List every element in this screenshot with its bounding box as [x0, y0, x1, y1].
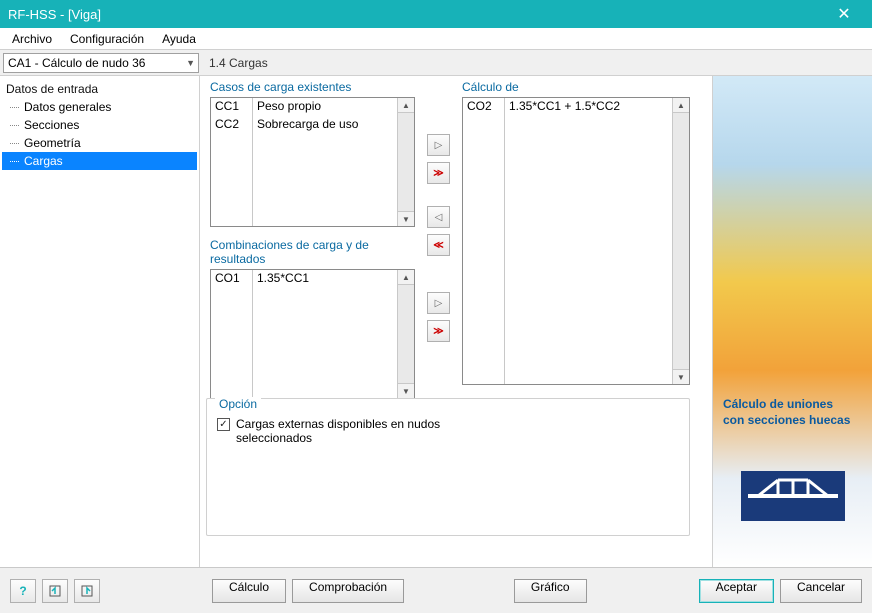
- list-row-code[interactable]: CC1: [211, 98, 252, 116]
- toolbar-row: CA1 - Cálculo de nudo 36 ▼ 1.4 Cargas: [0, 50, 872, 76]
- scroll-up-icon[interactable]: ▲: [673, 98, 689, 113]
- check-external-loads[interactable]: ✓ Cargas externas disponibles en nudos s…: [217, 417, 679, 445]
- menu-config[interactable]: Configuración: [62, 30, 152, 48]
- help-icon: ?: [19, 584, 26, 598]
- tree-item-cargas[interactable]: Cargas: [2, 152, 197, 170]
- chevron-down-icon: ▼: [186, 58, 195, 68]
- tree-item-secciones[interactable]: Secciones: [2, 116, 197, 134]
- tree-item-geometria[interactable]: Geometría: [2, 134, 197, 152]
- move-col-existing: ▷ ≫ ◁ ≪: [427, 134, 450, 256]
- list-existing[interactable]: CC1 CC2 Peso propio Sobrecarga de uso ▲ …: [210, 97, 415, 227]
- group-option-label: Opción: [215, 397, 261, 411]
- menu-help[interactable]: Ayuda: [154, 30, 204, 48]
- ok-button[interactable]: Aceptar: [699, 579, 774, 603]
- export-button[interactable]: [74, 579, 100, 603]
- product-logo: RF-HSS: [866, 216, 872, 366]
- cancel-button[interactable]: Cancelar: [780, 579, 862, 603]
- title-bar: RF-HSS - [Viga] ✕: [0, 0, 872, 28]
- product-desc: Cálculo de uniones con secciones huecas: [723, 396, 862, 428]
- move-col-combos: ▷ ≫: [427, 292, 450, 342]
- import-icon: [48, 584, 62, 598]
- list-calc[interactable]: CO2 1.35*CC1 + 1.5*CC2 ▲ ▼: [462, 97, 690, 385]
- calc-button[interactable]: Cálculo: [212, 579, 286, 603]
- scroll-up-icon[interactable]: ▲: [398, 270, 414, 285]
- move-right-button[interactable]: ▷: [427, 292, 450, 314]
- check-external-loads-label: Cargas externas disponibles en nudos sel…: [236, 417, 496, 445]
- scroll-down-icon[interactable]: ▼: [398, 383, 414, 398]
- help-button[interactable]: ?: [10, 579, 36, 603]
- list-row-code[interactable]: CC2: [211, 116, 252, 134]
- list-row-code[interactable]: CO1: [211, 270, 252, 288]
- main: Datos de entrada Datos generales Seccion…: [0, 76, 872, 567]
- move-right-all-button[interactable]: ≫: [427, 162, 450, 184]
- product-desc-line: Cálculo de uniones: [723, 397, 833, 411]
- scroll-up-icon[interactable]: ▲: [398, 98, 414, 113]
- move-right-all-button[interactable]: ≫: [427, 320, 450, 342]
- window-title: RF-HSS - [Viga]: [8, 7, 824, 22]
- group-calc-label: Cálculo de: [462, 80, 690, 94]
- list-row-code[interactable]: CO2: [463, 98, 504, 116]
- graph-button[interactable]: Gráfico: [514, 579, 587, 603]
- check-button[interactable]: Comprobación: [292, 579, 404, 603]
- group-combos: Combinaciones de carga y de resultados C…: [210, 238, 415, 399]
- group-combos-label: Combinaciones de carga y de resultados: [210, 238, 415, 266]
- group-existing-label: Casos de carga existentes: [210, 80, 415, 94]
- list-row-desc[interactable]: Sobrecarga de uso: [253, 116, 397, 134]
- group-option: Opción ✓ Cargas externas disponibles en …: [206, 398, 690, 536]
- case-select[interactable]: CA1 - Cálculo de nudo 36 ▼: [3, 53, 199, 73]
- list-combos[interactable]: CO1 1.35*CC1 ▲ ▼: [210, 269, 415, 399]
- content: Casos de carga existentes CC1 CC2 Peso p…: [200, 76, 712, 567]
- sidebar: Datos de entrada Datos generales Seccion…: [0, 76, 200, 567]
- checkbox-icon[interactable]: ✓: [217, 418, 230, 431]
- footer: ? Cálculo Comprobación Gráfico Aceptar C…: [0, 567, 872, 613]
- list-row-desc[interactable]: 1.35*CC1 + 1.5*CC2: [505, 98, 672, 116]
- product-desc-line: con secciones huecas: [723, 413, 850, 427]
- case-select-value: CA1 - Cálculo de nudo 36: [8, 56, 145, 70]
- menu-file[interactable]: Archivo: [4, 30, 60, 48]
- group-calc: Cálculo de CO2 1.35*CC1 + 1.5*CC2 ▲ ▼: [462, 80, 690, 385]
- move-left-all-button[interactable]: ≪: [427, 234, 450, 256]
- scrollbar[interactable]: ▲ ▼: [672, 98, 689, 384]
- right-pane: RF-HSS Cálculo de uniones con secciones …: [712, 76, 872, 567]
- group-existing: Casos de carga existentes CC1 CC2 Peso p…: [210, 80, 415, 227]
- bridge-icon: [741, 471, 845, 521]
- move-left-button[interactable]: ◁: [427, 206, 450, 228]
- scrollbar[interactable]: ▲ ▼: [397, 270, 414, 398]
- list-row-desc[interactable]: 1.35*CC1: [253, 270, 397, 288]
- import-button[interactable]: [42, 579, 68, 603]
- panel-title: 1.4 Cargas: [199, 56, 268, 70]
- scroll-down-icon[interactable]: ▼: [398, 211, 414, 226]
- scroll-down-icon[interactable]: ▼: [673, 369, 689, 384]
- menu-bar: Archivo Configuración Ayuda: [0, 28, 872, 50]
- list-row-desc[interactable]: Peso propio: [253, 98, 397, 116]
- close-icon[interactable]: ✕: [824, 4, 864, 24]
- scrollbar[interactable]: ▲ ▼: [397, 98, 414, 226]
- move-right-button[interactable]: ▷: [427, 134, 450, 156]
- tree-item-datos-generales[interactable]: Datos generales: [2, 98, 197, 116]
- export-icon: [80, 584, 94, 598]
- tree-root[interactable]: Datos de entrada: [2, 80, 197, 98]
